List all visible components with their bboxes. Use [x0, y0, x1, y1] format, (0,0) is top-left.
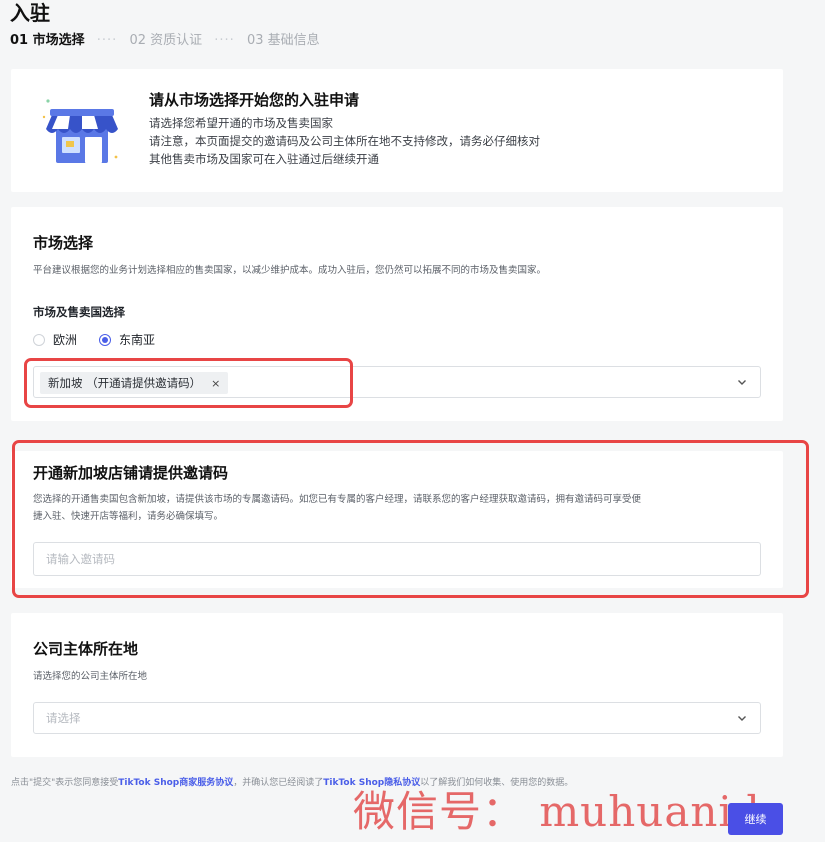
company-section-title: 公司主体所在地: [33, 640, 139, 658]
step-indicator: 01 市场选择 ···· 02 资质认证 ···· 03 基础信息: [10, 32, 320, 50]
country-multi-select[interactable]: 新加坡 （开通请提供邀请码） ×: [33, 366, 761, 398]
storefront-illustration: [42, 99, 118, 163]
invite-description-line: 您选择的开通售卖国包含新加坡，请提供该市场的专属邀请码。如您已有专属的客户经理，…: [33, 494, 642, 505]
close-icon[interactable]: ×: [211, 377, 220, 390]
market-field-label: 市场及售卖国选择: [33, 305, 125, 319]
invite-section-title: 开通新加坡店铺请提供邀请码: [33, 464, 229, 482]
tag-label: 新加坡 （开通请提供邀请码）: [48, 376, 202, 390]
company-location-select[interactable]: 请选择: [33, 702, 761, 734]
invite-code-input[interactable]: 请输入邀请码: [33, 542, 761, 576]
market-section-title: 市场选择: [33, 234, 94, 252]
intro-line: 请注意，本页面提交的邀请码及公司主体所在地不支持修改，请务必仔细核对: [149, 134, 540, 148]
market-section-description: 平台建议根据您的业务计划选择相应的售卖国家，以减少维护成本。成功入驻后，您仍然可…: [33, 265, 547, 276]
invite-description-line: 捷入驻、快速开店等福利，请务必确保填写。: [33, 511, 224, 522]
step-market-selection: 01 市场选择: [10, 33, 85, 48]
watermark-text: 微信号： muhuanidc: [353, 787, 786, 836]
intro-title: 请从市场选择开始您的入驻申请: [149, 91, 360, 109]
radio-label: 欧洲: [53, 333, 78, 347]
intro-card: 请从市场选择开始您的入驻申请 请选择您希望开通的市场及售卖国家 请注意，本页面提…: [11, 69, 783, 192]
agreement-prefix: 点击"提交"表示您同意接受: [11, 778, 119, 788]
chevron-down-icon[interactable]: [736, 376, 748, 388]
step-separator: ····: [96, 33, 118, 48]
radio-label: 东南亚: [119, 333, 156, 347]
step-separator: ····: [214, 33, 235, 48]
market-radio-group: 欧洲 东南亚: [33, 331, 177, 348]
chevron-down-icon[interactable]: [736, 712, 748, 724]
intro-line: 请选择您希望开通的市场及售卖国家: [149, 116, 333, 130]
agreement-middle: ，并确认您已经阅读了: [233, 778, 324, 788]
company-location-card: 公司主体所在地 请选择您的公司主体所在地 请选择: [11, 613, 783, 757]
radio-europe[interactable]: 欧洲: [33, 331, 77, 348]
radio-circle: [33, 333, 45, 346]
page-title: 入驻: [10, 1, 50, 25]
intro-line: 其他售卖市场及国家可在入驻通过后继续开通: [149, 152, 379, 166]
radio-circle-checked: [99, 333, 112, 346]
radio-southeast-asia[interactable]: 东南亚: [99, 331, 155, 348]
step-qualification: 02 资质认证: [129, 33, 203, 48]
invite-code-card: 开通新加坡店铺请提供邀请码 您选择的开通售卖国包含新加坡，请提供该市场的专属邀请…: [11, 451, 783, 588]
selected-country-tag: 新加坡 （开通请提供邀请码） ×: [40, 372, 229, 394]
company-section-description: 请选择您的公司主体所在地: [33, 671, 148, 682]
step-basic-info: 03 基础信息: [246, 33, 320, 48]
select-placeholder: 请选择: [46, 711, 81, 725]
market-selection-card: 市场选择 平台建议根据您的业务计划选择相应的售卖国家，以减少维护成本。成功入驻后…: [11, 207, 783, 421]
continue-button[interactable]: 继续: [728, 803, 783, 835]
service-agreement-link[interactable]: TikTok Shop商家服务协议: [118, 778, 233, 788]
